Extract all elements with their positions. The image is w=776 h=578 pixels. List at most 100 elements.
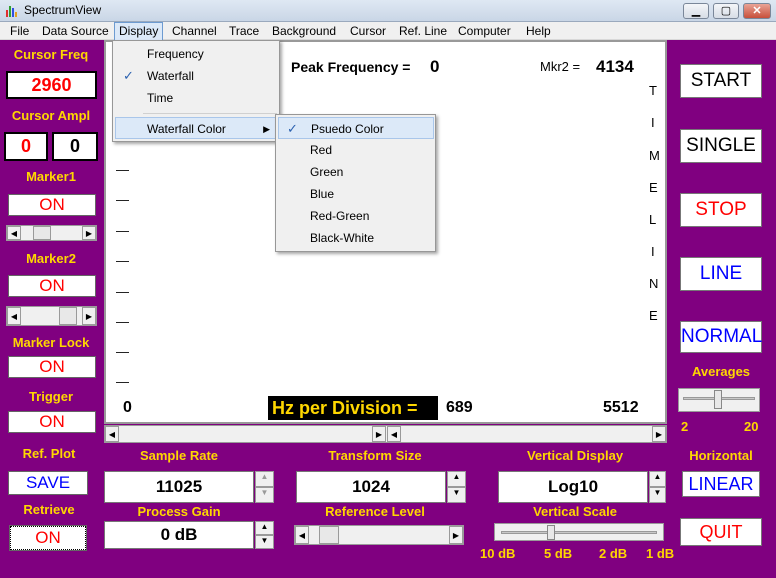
waterfall-color-red-green[interactable]: Red-Green bbox=[276, 205, 434, 227]
vertical-scale-slider[interactable] bbox=[494, 523, 664, 541]
marker1-toggle-button[interactable]: ON bbox=[8, 194, 96, 216]
timeline-letter: E bbox=[649, 180, 658, 195]
marker-lock-toggle-button[interactable]: ON bbox=[8, 356, 96, 378]
cursor-freq-label: Cursor Freq bbox=[13, 47, 89, 62]
scroll-right-icon[interactable]: ▶ bbox=[372, 426, 386, 442]
menu-channel[interactable]: Channel bbox=[168, 22, 221, 40]
mkr2-label: Mkr2 = bbox=[540, 59, 581, 74]
transform-size-field[interactable]: 1024 bbox=[296, 471, 446, 503]
display-menu-waterfall-color[interactable]: Waterfall Color ▶ bbox=[115, 117, 279, 139]
title-bar: SpectrumView ▁ ▢ ✕ bbox=[0, 0, 776, 22]
spin-down-icon[interactable]: ▼ bbox=[255, 535, 274, 549]
scroll-left-icon[interactable]: ◀ bbox=[387, 426, 401, 442]
quit-button[interactable]: QUIT bbox=[680, 518, 762, 546]
reference-level-slider-thumb[interactable] bbox=[319, 526, 339, 544]
spin-down-icon[interactable]: ▼ bbox=[255, 487, 274, 503]
marker2-slider[interactable]: ◀ ▶ bbox=[6, 306, 97, 326]
transform-size-label: Transform Size bbox=[328, 448, 422, 463]
y-tick: — bbox=[116, 253, 129, 268]
retrieve-label: Retrieve bbox=[23, 502, 75, 517]
scroll-left-icon[interactable]: ◀ bbox=[105, 426, 119, 442]
process-gain-field[interactable]: 0 dB bbox=[104, 521, 254, 549]
scroll-left-icon[interactable]: ◀ bbox=[7, 307, 21, 325]
marker2-slider-thumb[interactable] bbox=[59, 307, 77, 325]
marker1-slider[interactable]: ◀ ▶ bbox=[6, 225, 97, 241]
spin-down-icon[interactable]: ▼ bbox=[447, 487, 466, 503]
display-menu-time[interactable]: Time bbox=[113, 87, 279, 109]
save-button[interactable]: SAVE bbox=[8, 471, 88, 495]
menu-file[interactable]: File bbox=[6, 22, 33, 40]
marker-lock-label: Marker Lock bbox=[12, 335, 90, 350]
spin-up-icon[interactable]: ▲ bbox=[255, 471, 274, 487]
minimize-button[interactable]: ▁ bbox=[683, 3, 709, 19]
plot-horizontal-scrollbar[interactable]: ◀ ▶ ◀ ▶ bbox=[104, 425, 667, 443]
scroll-right-icon[interactable]: ▶ bbox=[82, 307, 96, 325]
menu-ref-line[interactable]: Ref. Line bbox=[395, 22, 451, 40]
stop-button[interactable]: STOP bbox=[680, 193, 762, 227]
waterfall-color-black-white[interactable]: Black-White bbox=[276, 227, 434, 249]
timeline-letter: M bbox=[649, 148, 660, 163]
line-button[interactable]: LINE bbox=[680, 257, 762, 291]
scroll-right-icon[interactable]: ▶ bbox=[449, 526, 463, 544]
marker2-toggle-button[interactable]: ON bbox=[8, 275, 96, 297]
waterfall-color-red[interactable]: Red bbox=[276, 139, 434, 161]
sample-rate-field[interactable]: 11025 bbox=[104, 471, 254, 503]
display-menu-waterfall[interactable]: ✓ Waterfall bbox=[113, 65, 279, 87]
ref-plot-label: Ref. Plot bbox=[22, 446, 76, 461]
scroll-right-icon[interactable]: ▶ bbox=[652, 426, 666, 442]
y-tick: — bbox=[116, 223, 129, 238]
horizontal-label: Horizontal bbox=[689, 448, 753, 463]
trigger-toggle-button[interactable]: ON bbox=[8, 411, 96, 433]
spin-down-icon[interactable]: ▼ bbox=[649, 487, 666, 503]
waterfall-color-blue[interactable]: Blue bbox=[276, 183, 434, 205]
waterfall-color-green[interactable]: Green bbox=[276, 161, 434, 183]
averages-max: 20 bbox=[744, 419, 759, 434]
y-tick: — bbox=[116, 374, 129, 389]
normal-button[interactable]: NORMAL bbox=[680, 321, 762, 353]
marker1-slider-thumb[interactable] bbox=[33, 226, 51, 240]
averages-slider[interactable] bbox=[678, 388, 760, 412]
x-axis-min: 0 bbox=[123, 399, 132, 416]
cursor-ampl-value-1: 0 bbox=[4, 132, 48, 161]
menu-background[interactable]: Background bbox=[268, 22, 340, 40]
spin-up-icon[interactable]: ▲ bbox=[447, 471, 466, 487]
maximize-button[interactable]: ▢ bbox=[713, 3, 739, 19]
mkr2-value: 4134 bbox=[596, 57, 634, 76]
reference-level-slider[interactable]: ◀ ▶ bbox=[294, 525, 464, 545]
vertical-scale-tick: 1 dB bbox=[646, 546, 675, 561]
waterfall-color-psuedo-color[interactable]: ✓ Psuedo Color bbox=[278, 117, 434, 139]
menu-cursor[interactable]: Cursor bbox=[346, 22, 390, 40]
menu-display[interactable]: Display bbox=[114, 22, 164, 42]
scroll-right-icon[interactable]: ▶ bbox=[82, 226, 96, 240]
scroll-left-icon[interactable]: ◀ bbox=[7, 226, 21, 240]
scroll-left-icon[interactable]: ◀ bbox=[295, 526, 309, 544]
checkmark-icon: ✓ bbox=[123, 68, 134, 83]
timeline-letter: I bbox=[651, 244, 655, 259]
start-button[interactable]: START bbox=[680, 64, 762, 98]
single-button[interactable]: SINGLE bbox=[680, 129, 762, 163]
averages-min: 2 bbox=[681, 419, 689, 434]
display-menu-waterfall-label: Waterfall bbox=[147, 69, 194, 83]
menu-data-source[interactable]: Data Source bbox=[38, 22, 113, 40]
menu-help[interactable]: Help bbox=[522, 22, 555, 40]
menu-computer[interactable]: Computer bbox=[454, 22, 515, 40]
spin-up-icon[interactable]: ▲ bbox=[649, 471, 666, 487]
vertical-display-field[interactable]: Log10 bbox=[498, 471, 648, 503]
marker1-label: Marker1 bbox=[26, 169, 76, 184]
horizontal-linear-button[interactable]: LINEAR bbox=[682, 471, 760, 497]
close-button[interactable]: ✕ bbox=[743, 3, 771, 19]
averages-slider-thumb[interactable] bbox=[714, 390, 722, 409]
marker2-label: Marker2 bbox=[26, 251, 76, 266]
display-menu-frequency[interactable]: Frequency bbox=[113, 43, 279, 65]
spin-up-icon[interactable]: ▲ bbox=[255, 521, 274, 535]
cursor-ampl-label: Cursor Ampl bbox=[11, 108, 91, 123]
display-menu: Frequency ✓ Waterfall Time Waterfall Col… bbox=[112, 40, 280, 142]
waterfall-color-label: Waterfall Color bbox=[147, 122, 226, 136]
vertical-scale-tick: 5 dB bbox=[544, 546, 573, 561]
menu-trace[interactable]: Trace bbox=[225, 22, 263, 40]
timeline-letter: T bbox=[649, 83, 657, 98]
menu-bar: File Data Source Display Channel Trace B… bbox=[0, 22, 776, 42]
retrieve-toggle-button[interactable]: ON bbox=[9, 525, 87, 551]
psuedo-color-label: Psuedo Color bbox=[311, 122, 384, 136]
vertical-scale-slider-thumb[interactable] bbox=[547, 525, 555, 540]
